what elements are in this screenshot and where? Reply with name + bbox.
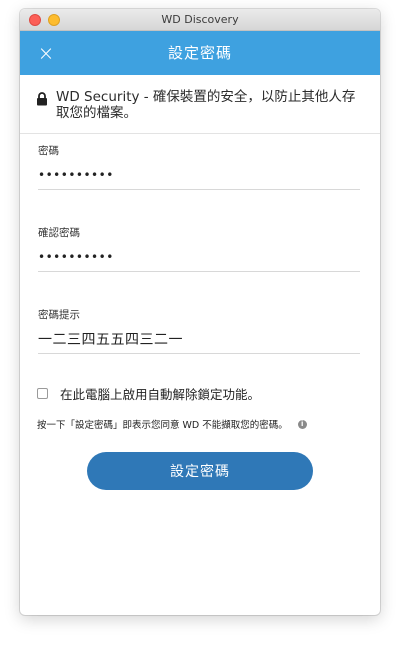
window-titlebar[interactable]: WD Discovery (20, 9, 380, 31)
lock-icon (37, 92, 47, 106)
info-icon[interactable]: i (297, 419, 307, 429)
security-note: WD Security - 確保裝置的安全，以防止其他人存取您的檔案。 (20, 75, 380, 134)
password-form: 密碼 確認密碼 密碼提示 (20, 134, 380, 354)
password-hint-field-group: 密碼提示 (38, 298, 360, 354)
set-password-button[interactable]: 設定密碼 (87, 452, 313, 490)
auto-unlock-row: 在此電腦上啟用自動解除鎖定功能。 (20, 384, 380, 403)
confirm-password-input[interactable] (38, 244, 360, 272)
password-hint-label: 密碼提示 (38, 309, 80, 321)
dialog-title: 設定密碼 (167, 44, 232, 62)
password-input[interactable] (38, 162, 360, 190)
security-note-text: WD Security - 確保裝置的安全，以防止其他人存取您的檔案。 (56, 89, 356, 121)
consent-row: 按一下「設定密碼」即表示您同意 WD 不能擷取您的密碼。 i (20, 417, 380, 431)
password-field-group: 密碼 (38, 134, 360, 190)
auto-unlock-label[interactable]: 在此電腦上啟用自動解除鎖定功能。 (60, 384, 260, 403)
password-hint-input[interactable] (38, 326, 360, 354)
consent-text: 按一下「設定密碼」即表示您同意 WD 不能擷取您的密碼。 (37, 420, 288, 431)
confirm-password-label: 確認密碼 (38, 227, 80, 239)
submit-wrap: 設定密碼 (20, 452, 380, 490)
auto-unlock-checkbox[interactable] (37, 388, 48, 399)
dialog-header: × 設定密碼 (20, 31, 380, 75)
window-title: WD Discovery (161, 13, 239, 26)
confirm-password-field-group: 確認密碼 (38, 216, 360, 272)
password-label: 密碼 (38, 145, 59, 157)
app-window: WD Discovery × 設定密碼 WD Security - 確保裝置的安… (20, 9, 380, 615)
